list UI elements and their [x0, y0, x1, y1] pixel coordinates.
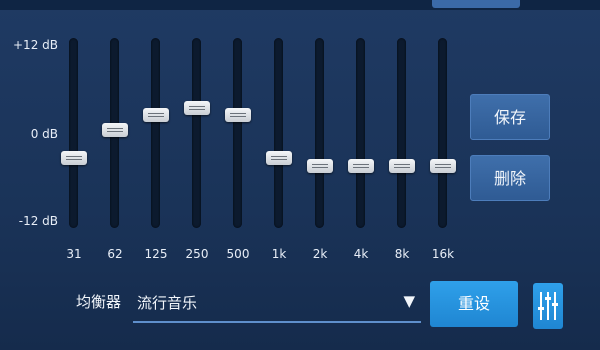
eq-slider-track[interactable] [151, 38, 160, 228]
eq-slider-thumb[interactable] [61, 151, 87, 165]
eq-slider-track[interactable] [192, 38, 201, 228]
eq-slider-thumb[interactable] [348, 159, 374, 173]
eq-frequency-label: 1k [271, 247, 287, 261]
eq-slider-track[interactable] [356, 38, 365, 228]
eq-slider-thumb[interactable] [143, 108, 169, 122]
sliders-icon[interactable] [533, 283, 563, 329]
eq-slider-track[interactable] [438, 38, 447, 228]
preset-value: 流行音乐 [137, 294, 198, 312]
eq-slider-thumb[interactable] [307, 159, 333, 173]
eq-slider-track[interactable] [233, 38, 242, 228]
save-button[interactable]: 保存 [470, 94, 550, 140]
eq-slider-thumb[interactable] [389, 159, 415, 173]
equalizer-label: 均衡器 [76, 293, 122, 311]
eq-frequency-label: 2k [312, 247, 328, 261]
eq-slider-thumb[interactable] [225, 108, 251, 122]
eq-slider-track[interactable] [397, 38, 406, 228]
eq-slider-thumb[interactable] [184, 101, 210, 115]
reset-button[interactable]: 重设 [430, 281, 518, 327]
eq-slider-track[interactable] [315, 38, 324, 228]
eq-frequency-label: 16k [431, 247, 455, 261]
eq-frequency-label: 125 [144, 247, 168, 261]
eq-frequency-label: 8k [394, 247, 410, 261]
eq-slider-thumb[interactable] [430, 159, 456, 173]
delete-button[interactable]: 删除 [470, 155, 550, 201]
eq-frequency-label: 31 [66, 247, 82, 261]
eq-frequency-label: 4k [353, 247, 369, 261]
eq-slider-thumb[interactable] [266, 151, 292, 165]
eq-frequency-label: 62 [107, 247, 123, 261]
preset-select[interactable]: 流行音乐 ▼ [133, 283, 421, 323]
eq-slider-thumb[interactable] [102, 123, 128, 137]
eq-slider-track[interactable] [274, 38, 283, 228]
eq-slider-track[interactable] [69, 38, 78, 228]
eq-frequency-label: 250 [185, 247, 209, 261]
chevron-down-icon[interactable]: ▼ [403, 292, 415, 310]
eq-frequency-label: 500 [226, 247, 250, 261]
